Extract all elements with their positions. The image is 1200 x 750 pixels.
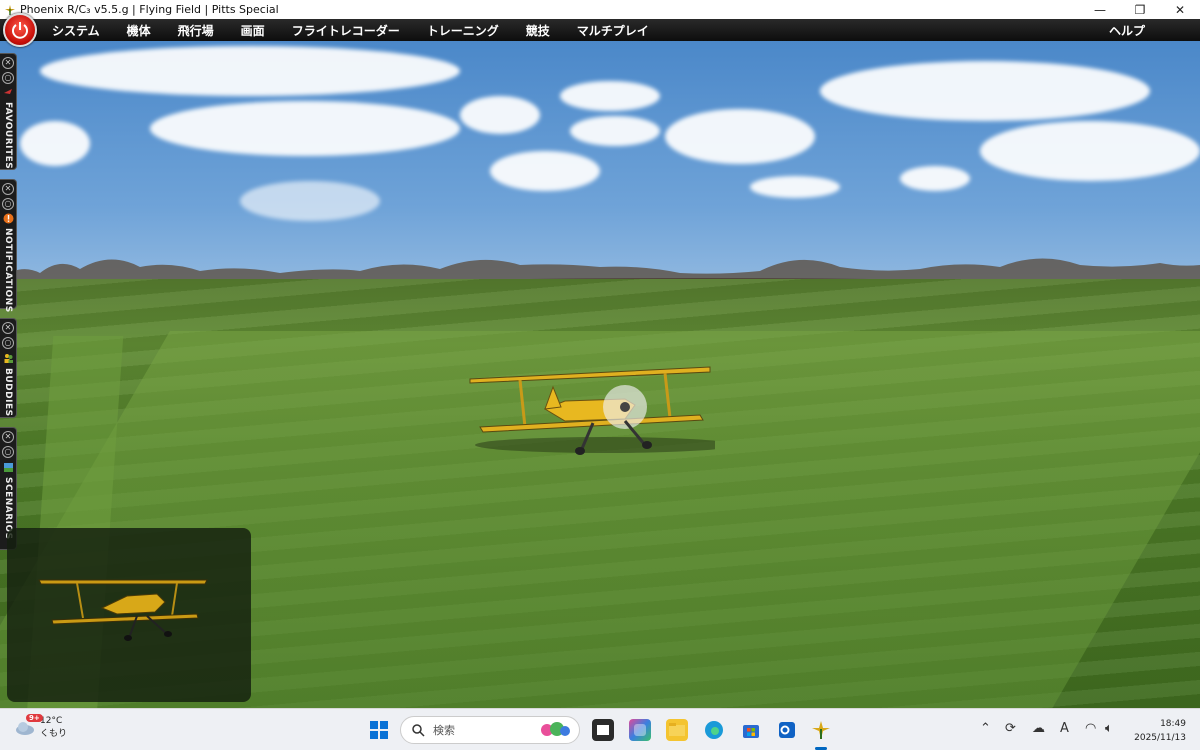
menu-display[interactable]: 画面 xyxy=(241,22,265,39)
close-panel-icon[interactable]: ✕ xyxy=(2,183,14,195)
close-panel-icon[interactable]: ✕ xyxy=(2,431,14,443)
power-button[interactable] xyxy=(3,13,37,47)
copilot-button[interactable] xyxy=(629,719,651,741)
weather-widget[interactable]: 9+ 12°C くもり xyxy=(14,714,68,741)
cloud xyxy=(150,101,460,156)
notifications-tab[interactable]: ✕ ○ NOTIFICATIONS xyxy=(0,179,17,313)
scenario-icon xyxy=(2,461,14,473)
pin-icon[interactable]: ○ xyxy=(2,446,14,458)
cloud xyxy=(240,181,380,221)
menu-competition[interactable]: 競技 xyxy=(526,22,550,39)
weather-condition: くもり xyxy=(40,729,68,739)
copilot-icon xyxy=(634,724,646,736)
restore-button[interactable]: ❐ xyxy=(1120,0,1160,19)
search-icon xyxy=(412,724,425,737)
pin-icon[interactable]: ○ xyxy=(2,72,14,84)
weather-badge: 9+ xyxy=(26,714,43,722)
cloud xyxy=(460,96,540,134)
store-button[interactable] xyxy=(740,719,762,741)
menu-multiplayer[interactable]: マルチプレイ xyxy=(577,22,649,39)
search-placeholder: 検索 xyxy=(433,724,455,737)
weather-temperature: 12°C xyxy=(40,716,63,726)
cloud xyxy=(980,121,1200,181)
edge-button[interactable] xyxy=(703,719,725,741)
phoenix-app-icon xyxy=(812,721,830,739)
pin-icon[interactable]: ○ xyxy=(2,337,14,349)
edge-icon xyxy=(705,721,723,739)
menu-aircraft[interactable]: 機体 xyxy=(127,22,151,39)
close-button[interactable]: ✕ xyxy=(1160,0,1200,19)
plane-icon xyxy=(2,87,14,98)
cloud xyxy=(750,176,840,198)
cloud xyxy=(40,46,460,96)
cloud xyxy=(900,166,970,191)
menu-airfield[interactable]: 飛行場 xyxy=(178,22,214,39)
taskbar-search[interactable]: 検索 xyxy=(400,716,580,744)
window-title: Phoenix R/C₃ v5.5.g | Flying Field | Pit… xyxy=(20,3,279,16)
alert-icon xyxy=(2,213,14,224)
sync-icon[interactable]: ⟳ xyxy=(1005,721,1016,736)
people-icon xyxy=(2,352,14,364)
clock-date: 2025/11/13 xyxy=(1134,733,1186,743)
task-view-icon xyxy=(597,725,609,735)
favourites-label: FAVOURITES xyxy=(3,101,13,169)
buddies-label: BUDDIES xyxy=(3,368,13,417)
aircraft-preview-image xyxy=(38,579,208,641)
chevron-up-icon[interactable]: ⌃ xyxy=(980,721,991,736)
buddies-tab[interactable]: ✕ ○ BUDDIES xyxy=(0,318,17,418)
menu-flight-recorder[interactable]: フライトレコーダー xyxy=(292,22,400,39)
cloud-sync-icon[interactable]: ☁ xyxy=(1032,721,1045,736)
minimize-button[interactable]: — xyxy=(1080,0,1120,19)
volume-icon[interactable]: 🔈︎ xyxy=(1105,721,1113,736)
menu-training[interactable]: トレーニング xyxy=(427,22,499,39)
pin-icon[interactable]: ○ xyxy=(2,198,14,210)
clock[interactable]: 18:49 2025/11/13 xyxy=(1134,717,1186,745)
ime-indicator[interactable]: A xyxy=(1060,721,1069,736)
windows-logo-icon xyxy=(370,721,388,739)
cloud xyxy=(20,121,90,166)
menu-system[interactable]: システム xyxy=(52,22,100,39)
close-panel-icon[interactable]: ✕ xyxy=(2,57,14,69)
clock-time: 18:49 xyxy=(1160,719,1186,729)
cloud xyxy=(490,151,600,191)
cloud xyxy=(665,109,815,164)
search-highlight-icon xyxy=(541,722,570,736)
file-explorer-button[interactable] xyxy=(666,719,688,741)
phoenix-taskbar-button[interactable] xyxy=(810,719,832,741)
folder-icon xyxy=(669,723,685,736)
cloud xyxy=(570,116,660,146)
start-button[interactable] xyxy=(368,719,390,741)
aircraft-preview-panel xyxy=(7,528,251,702)
wifi-icon[interactable]: ◠ xyxy=(1085,721,1096,736)
pitts-special-biplane[interactable] xyxy=(465,363,715,463)
power-icon xyxy=(12,22,28,39)
notifications-label: NOTIFICATIONS xyxy=(3,228,13,313)
cloud xyxy=(560,81,660,111)
close-panel-icon[interactable]: ✕ xyxy=(2,322,14,334)
cloud xyxy=(820,61,1150,121)
task-view-button[interactable] xyxy=(592,719,614,741)
store-icon xyxy=(743,725,759,738)
outlook-button[interactable] xyxy=(776,719,798,741)
menu-help[interactable]: ヘルプ xyxy=(1109,22,1145,39)
title-bar: Phoenix R/C₃ v5.5.g | Flying Field | Pit… xyxy=(0,0,1200,19)
outlook-icon xyxy=(779,722,795,738)
menu-bar: システム 機体 飛行場 画面 フライトレコーダー トレーニング 競技 マルチプレ… xyxy=(0,19,1200,41)
favourites-tab[interactable]: ✕ ○ FAVOURITES xyxy=(0,53,17,170)
windows-taskbar: 9+ 12°C くもり 検索 ⌃ ⟳ ☁ A ◠ 🔈︎ 18:49 2025/1… xyxy=(0,708,1200,750)
